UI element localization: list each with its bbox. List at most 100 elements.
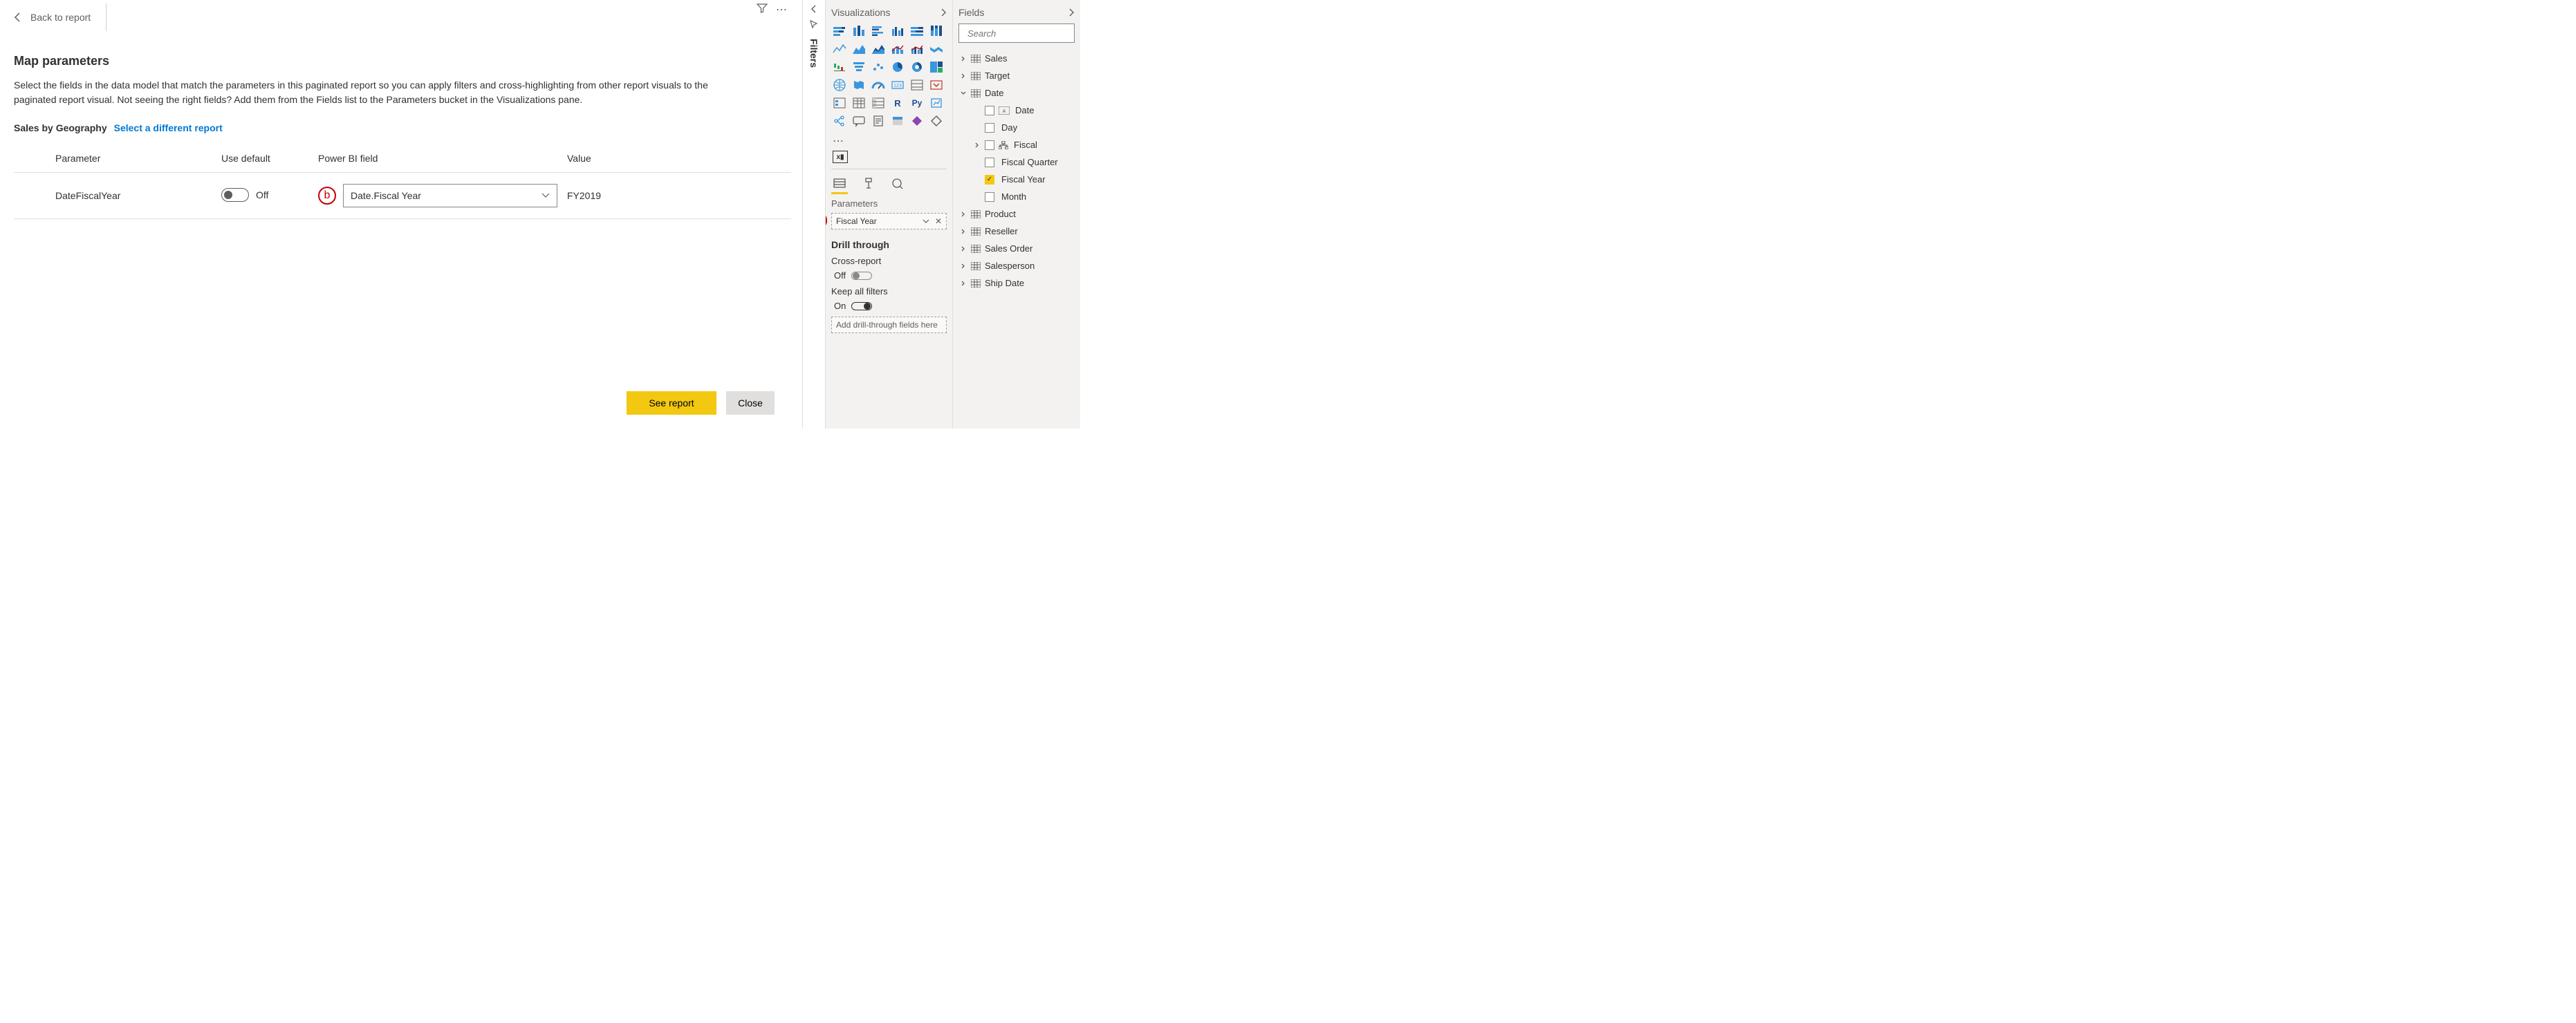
table-row-sales-order[interactable]: Sales Order xyxy=(958,240,1075,257)
col-use-default: Use default xyxy=(221,144,318,173)
field-row-fiscal-quarter[interactable]: Fiscal Quarter xyxy=(958,153,1075,171)
line-clustered-combo-icon[interactable] xyxy=(909,41,925,57)
field-row-day[interactable]: Day xyxy=(958,119,1075,136)
table-row-product[interactable]: Product xyxy=(958,205,1075,223)
drill-through-title: Drill through xyxy=(831,239,947,250)
funnel-chart-icon[interactable] xyxy=(851,59,867,75)
select-different-report-link[interactable]: Select a different report xyxy=(114,122,223,133)
line-stacked-combo-icon[interactable] xyxy=(889,41,906,57)
kpi-icon[interactable] xyxy=(928,77,945,93)
visualizations-pane: Visualizations xyxy=(826,0,953,429)
toggle-off-icon xyxy=(221,188,249,202)
format-tab[interactable] xyxy=(860,175,877,191)
annotation-a: a xyxy=(826,212,827,229)
pie-icon[interactable] xyxy=(889,59,906,75)
search-input[interactable] xyxy=(967,28,1091,39)
field-row-fiscal[interactable]: Fiscal xyxy=(958,136,1075,153)
main-canvas: Back to report ⋯ Map parameters Select t… xyxy=(0,0,802,429)
table-row-salesperson[interactable]: Salesperson xyxy=(958,257,1075,274)
collapse-vis-chevron-icon[interactable] xyxy=(940,8,947,17)
checkbox[interactable] xyxy=(985,192,994,202)
ribbon-icon[interactable] xyxy=(928,41,945,57)
fields-search[interactable] xyxy=(958,24,1075,43)
cross-report-toggle[interactable]: Off xyxy=(834,270,947,281)
treemap-icon[interactable] xyxy=(928,59,945,75)
table-row-ship-date[interactable]: Ship Date xyxy=(958,274,1075,292)
remove-param-icon[interactable]: ✕ xyxy=(935,216,942,226)
waterfall-icon[interactable] xyxy=(831,59,848,75)
stacked-bar-icon[interactable] xyxy=(831,24,848,39)
expand-filters-chevron-icon[interactable] xyxy=(810,4,817,14)
fields-well-tab[interactable] xyxy=(831,175,848,191)
field-row-fiscal-year[interactable]: Fiscal Year xyxy=(958,171,1075,188)
see-report-button[interactable]: See report xyxy=(627,391,716,415)
slicer-icon[interactable] xyxy=(831,95,848,111)
drill-through-dropzone[interactable]: Add drill-through fields here xyxy=(831,317,947,333)
close-format-icon[interactable]: x▮ xyxy=(833,151,848,163)
table-row-sales[interactable]: Sales xyxy=(958,50,1075,67)
checkbox[interactable] xyxy=(985,140,994,150)
clustered-bar-icon[interactable] xyxy=(870,24,887,39)
gauge-icon[interactable] xyxy=(870,77,887,93)
param-chip-label: Fiscal Year xyxy=(836,216,877,226)
hundred-column-icon[interactable] xyxy=(928,24,945,39)
funnel-icon[interactable] xyxy=(757,3,768,14)
parameter-chip-fiscal-year[interactable]: Fiscal Year ✕ xyxy=(831,213,947,229)
scatter-icon[interactable] xyxy=(870,59,887,75)
table-icon[interactable] xyxy=(851,95,867,111)
chevron-down-icon[interactable] xyxy=(923,219,929,224)
power-apps-icon[interactable] xyxy=(909,113,925,129)
filters-label[interactable]: Filters xyxy=(808,39,819,68)
map-icon[interactable] xyxy=(831,77,848,93)
combo-value: Date.Fiscal Year xyxy=(351,190,421,201)
r-visual-icon[interactable]: R xyxy=(889,95,906,111)
paginated-report-icon[interactable] xyxy=(870,113,887,129)
power-bi-field-combo[interactable]: Date.Fiscal Year xyxy=(343,184,557,207)
checkbox[interactable] xyxy=(985,106,994,115)
filled-map-icon[interactable] xyxy=(851,77,867,93)
table-row-target[interactable]: Target xyxy=(958,67,1075,84)
stacked-area-icon[interactable] xyxy=(870,41,887,57)
clustered-column-icon[interactable] xyxy=(889,24,906,39)
visualizations-title: Visualizations xyxy=(831,7,890,18)
get-more-visuals-icon[interactable] xyxy=(928,113,945,129)
table-row-reseller[interactable]: Reseller xyxy=(958,223,1075,240)
col-value: Value xyxy=(567,144,791,173)
stacked-column-icon[interactable] xyxy=(851,24,867,39)
qa-visual-icon[interactable] xyxy=(851,113,867,129)
checkbox[interactable] xyxy=(985,158,994,167)
card-icon[interactable]: 123 xyxy=(889,77,906,93)
decomposition-tree-icon[interactable] xyxy=(831,113,848,129)
hundred-bar-icon[interactable] xyxy=(909,24,925,39)
line-icon[interactable] xyxy=(831,41,848,57)
multi-row-card-icon[interactable] xyxy=(909,77,925,93)
use-default-toggle[interactable]: Off xyxy=(221,188,268,202)
analytics-tab[interactable] xyxy=(889,175,906,191)
arcgis-icon[interactable] xyxy=(889,113,906,129)
field-row-month[interactable]: Month xyxy=(958,188,1075,205)
python-visual-icon[interactable]: Py xyxy=(909,95,925,111)
more-icon[interactable]: ⋯ xyxy=(776,3,788,17)
fields-pane: Fields SalesTargetDateADateDayFiscalFisc… xyxy=(953,0,1080,429)
donut-icon[interactable] xyxy=(909,59,925,75)
report-name: Sales by Geography xyxy=(14,122,107,133)
parameters-section-label: Parameters xyxy=(831,198,947,209)
keep-filters-toggle[interactable]: On xyxy=(834,301,947,311)
toggle-off-icon xyxy=(851,272,872,280)
checkbox[interactable] xyxy=(985,123,994,133)
area-icon[interactable] xyxy=(851,41,867,57)
filters-pane-collapsed: Filters xyxy=(802,0,826,429)
back-to-report-link[interactable]: Back to report xyxy=(14,12,91,23)
svg-text:A: A xyxy=(1003,109,1006,114)
close-button[interactable]: Close xyxy=(726,391,775,415)
chevron-down-icon xyxy=(541,193,550,198)
checkbox[interactable] xyxy=(985,175,994,185)
field-row-date[interactable]: ADate xyxy=(958,102,1075,119)
collapse-fields-chevron-icon[interactable] xyxy=(1068,8,1075,17)
more-visuals-icon[interactable]: ⋯ xyxy=(831,134,947,152)
parameters-table: Parameter Use default Power BI field Val… xyxy=(14,144,791,219)
matrix-icon[interactable] xyxy=(870,95,887,111)
key-influencers-icon[interactable] xyxy=(928,95,945,111)
table-row-date[interactable]: Date xyxy=(958,84,1075,102)
toggle-on-icon xyxy=(851,302,872,310)
